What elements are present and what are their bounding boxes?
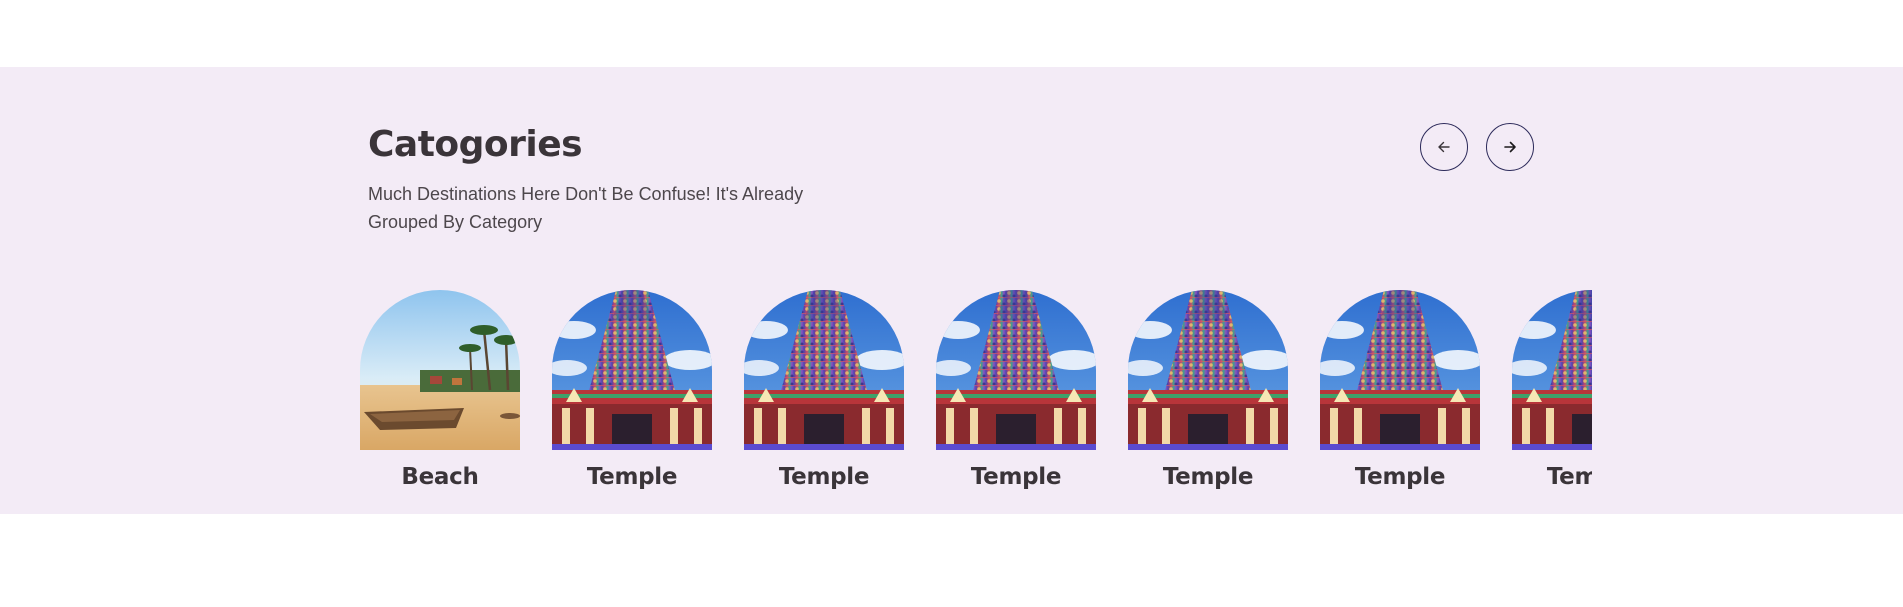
category-card-temple[interactable]: Temple [552, 290, 712, 495]
carousel-track: Beach Temple Temple Temple Temple Temple… [360, 290, 1592, 495]
arrow-left-icon [1437, 140, 1451, 154]
category-card-temple[interactable]: Temple [1512, 290, 1592, 495]
section-title: Catogories [368, 124, 583, 165]
temple-photo [1512, 290, 1592, 450]
category-label: Temple [1546, 464, 1592, 490]
section-subtitle: Much Destinations Here Don't Be Confuse!… [368, 184, 804, 232]
prev-button[interactable] [1420, 123, 1468, 171]
category-label: Beach [401, 464, 479, 490]
temple-photo [1320, 290, 1480, 450]
arrow-right-icon [1503, 140, 1517, 154]
categories-carousel: Beach Temple Temple Temple Temple Temple… [360, 290, 1592, 495]
category-label: Temple [1354, 464, 1446, 490]
category-card-temple[interactable]: Temple [936, 290, 1096, 495]
temple-photo [744, 290, 904, 450]
category-card-temple[interactable]: Temple [744, 290, 904, 495]
category-card-temple[interactable]: Temple [1320, 290, 1480, 495]
category-card-temple[interactable]: Temple [1128, 290, 1288, 495]
temple-photo [1128, 290, 1288, 450]
category-card-beach[interactable]: Beach [360, 290, 520, 495]
temple-photo [936, 290, 1096, 450]
category-label: Temple [586, 464, 678, 490]
category-label: Temple [970, 464, 1062, 490]
category-label: Temple [1162, 464, 1254, 490]
category-label: Temple [778, 464, 870, 490]
temple-photo [552, 290, 712, 450]
beach-photo [360, 290, 520, 450]
next-button[interactable] [1486, 123, 1534, 171]
